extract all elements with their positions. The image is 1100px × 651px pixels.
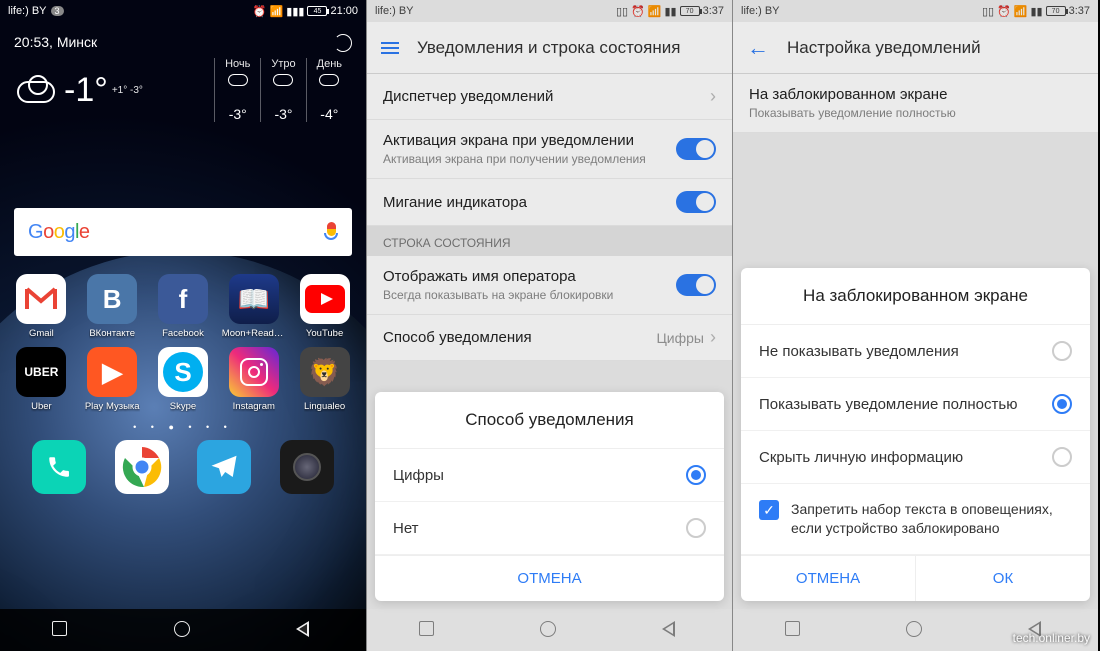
- page-indicator[interactable]: • • ● • • •: [0, 422, 366, 432]
- ok-button[interactable]: ОК: [915, 555, 1090, 601]
- weather-widget[interactable]: 20:53, Минск -1° +1° -3° Ночь-3° Утро-3°…: [0, 22, 366, 128]
- app-gmail[interactable]: Gmail: [6, 274, 77, 339]
- app-playmusic[interactable]: ▶Play Музыка: [77, 347, 148, 412]
- nav-home[interactable]: [174, 621, 192, 639]
- status-bar: life:) BY 3 ⏰ 📶 ▮▮▮ 45 21:00: [0, 0, 366, 22]
- option-block-input[interactable]: ✓ Запретить набор текста в оповещениях, …: [741, 484, 1090, 555]
- option-show-full[interactable]: Показывать уведомление полностью: [741, 378, 1090, 431]
- app-lingualeo[interactable]: 🦁Lingualeo: [289, 347, 360, 412]
- cancel-button[interactable]: ОТМЕНА: [375, 555, 724, 601]
- app-youtube[interactable]: YouTube: [289, 274, 360, 339]
- lockscreen-sheet: На заблокированном экране Не показывать …: [741, 268, 1090, 601]
- carrier-label: life:) BY: [8, 5, 47, 17]
- settings-lockscreen: life:) BY ▯▯ ⏰ 📶 ▮▮ 70 3:37 ← Настройка …: [732, 0, 1098, 651]
- city-label: Минск: [57, 34, 97, 50]
- cancel-button[interactable]: ОТМЕНА: [741, 555, 915, 601]
- app-moonreader[interactable]: 📖Moon+Reader Pro: [218, 274, 289, 339]
- dock: [0, 440, 366, 494]
- cloud-icon: [14, 75, 58, 105]
- status-time: 21:00: [330, 5, 358, 17]
- temp-range: +1° -3°: [112, 85, 143, 96]
- option-digits[interactable]: Цифры: [375, 449, 724, 502]
- wifi-icon: 📶: [270, 5, 284, 18]
- option-hide-private[interactable]: Скрыть личную информацию: [741, 431, 1090, 484]
- temperature: -1°: [64, 71, 108, 110]
- home-screen: life:) BY 3 ⏰ 📶 ▮▮▮ 45 21:00 20:53, Минс…: [0, 0, 366, 651]
- app-skype[interactable]: SSkype: [148, 347, 219, 412]
- sheet-title: На заблокированном экране: [741, 268, 1090, 325]
- option-hide[interactable]: Не показывать уведомления: [741, 325, 1090, 378]
- radio-on-icon: [1052, 394, 1072, 414]
- app-instagram[interactable]: Instagram: [218, 347, 289, 412]
- dock-camera[interactable]: [280, 440, 334, 494]
- mic-icon[interactable]: [324, 222, 338, 242]
- app-facebook[interactable]: fFacebook: [148, 274, 219, 339]
- google-logo: Google: [28, 221, 90, 244]
- clock-time: 20:53: [14, 34, 49, 50]
- watermark: tech.onliner.by: [1013, 631, 1090, 645]
- refresh-icon[interactable]: [334, 34, 352, 52]
- nav-back[interactable]: [296, 621, 314, 639]
- dock-phone[interactable]: [32, 440, 86, 494]
- radio-off-icon: [1052, 447, 1072, 467]
- google-search[interactable]: Google: [14, 208, 352, 256]
- battery-icon: 45: [307, 6, 327, 16]
- nav-recent[interactable]: [52, 621, 70, 639]
- settings-notifications: life:) BY ▯▯ ⏰ 📶 ▮▮ 70 3:37 Уведомления …: [366, 0, 732, 651]
- app-grid: Gmail BВКонтакте fFacebook 📖Moon+Reader …: [6, 274, 360, 412]
- radio-off-icon: [686, 518, 706, 538]
- checkbox-on-icon: ✓: [759, 500, 779, 520]
- signal-icon: ▮▮▮: [286, 5, 304, 18]
- forecast: Ночь-3° Утро-3° День-4°: [214, 58, 352, 122]
- notif-badge: 3: [51, 6, 64, 16]
- dock-chrome[interactable]: [115, 440, 169, 494]
- app-vk[interactable]: BВКонтакте: [77, 274, 148, 339]
- dock-telegram[interactable]: [197, 440, 251, 494]
- nav-bar: [0, 609, 366, 651]
- alarm-icon: ⏰: [253, 5, 267, 18]
- method-sheet: Способ уведомления Цифры Нет ОТМЕНА: [375, 392, 724, 601]
- app-uber[interactable]: UBERUber: [6, 347, 77, 412]
- radio-on-icon: [686, 465, 706, 485]
- sheet-title: Способ уведомления: [375, 392, 724, 449]
- radio-off-icon: [1052, 341, 1072, 361]
- option-none[interactable]: Нет: [375, 502, 724, 555]
